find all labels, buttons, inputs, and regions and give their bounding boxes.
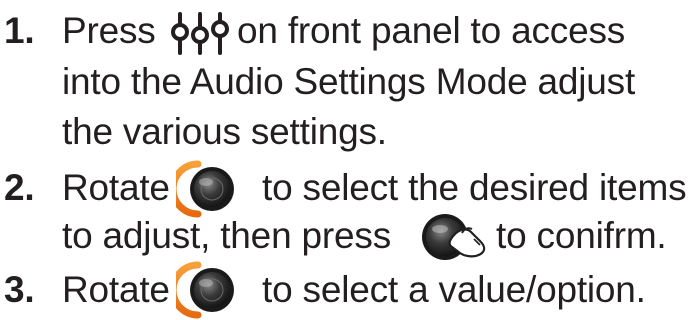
step-number: 2.	[4, 167, 35, 208]
step-text: Press	[62, 10, 156, 51]
rotary-knob-icon	[176, 160, 234, 218]
step-text: Rotate	[62, 167, 170, 208]
step-text: on front panel to access	[237, 10, 626, 51]
instructions: 1. Press on front panel to access into t…	[0, 0, 697, 320]
step-number: 3.	[4, 269, 35, 310]
audio-settings-button-icon	[171, 12, 229, 55]
step-text: to select a value/option.	[262, 269, 646, 310]
rotary-knob-icon	[176, 261, 234, 319]
step-text: Rotate	[62, 269, 170, 310]
step-text: into the Audio Settings Mode adjust	[62, 61, 636, 102]
step-text: to select the desired items	[262, 167, 687, 208]
step-text: to adjust, then press	[62, 215, 391, 256]
step-number: 1.	[4, 10, 35, 51]
knob-press-icon	[422, 214, 486, 260]
step-text: to conifrm.	[496, 215, 667, 256]
step-text: the various settings.	[62, 111, 387, 152]
